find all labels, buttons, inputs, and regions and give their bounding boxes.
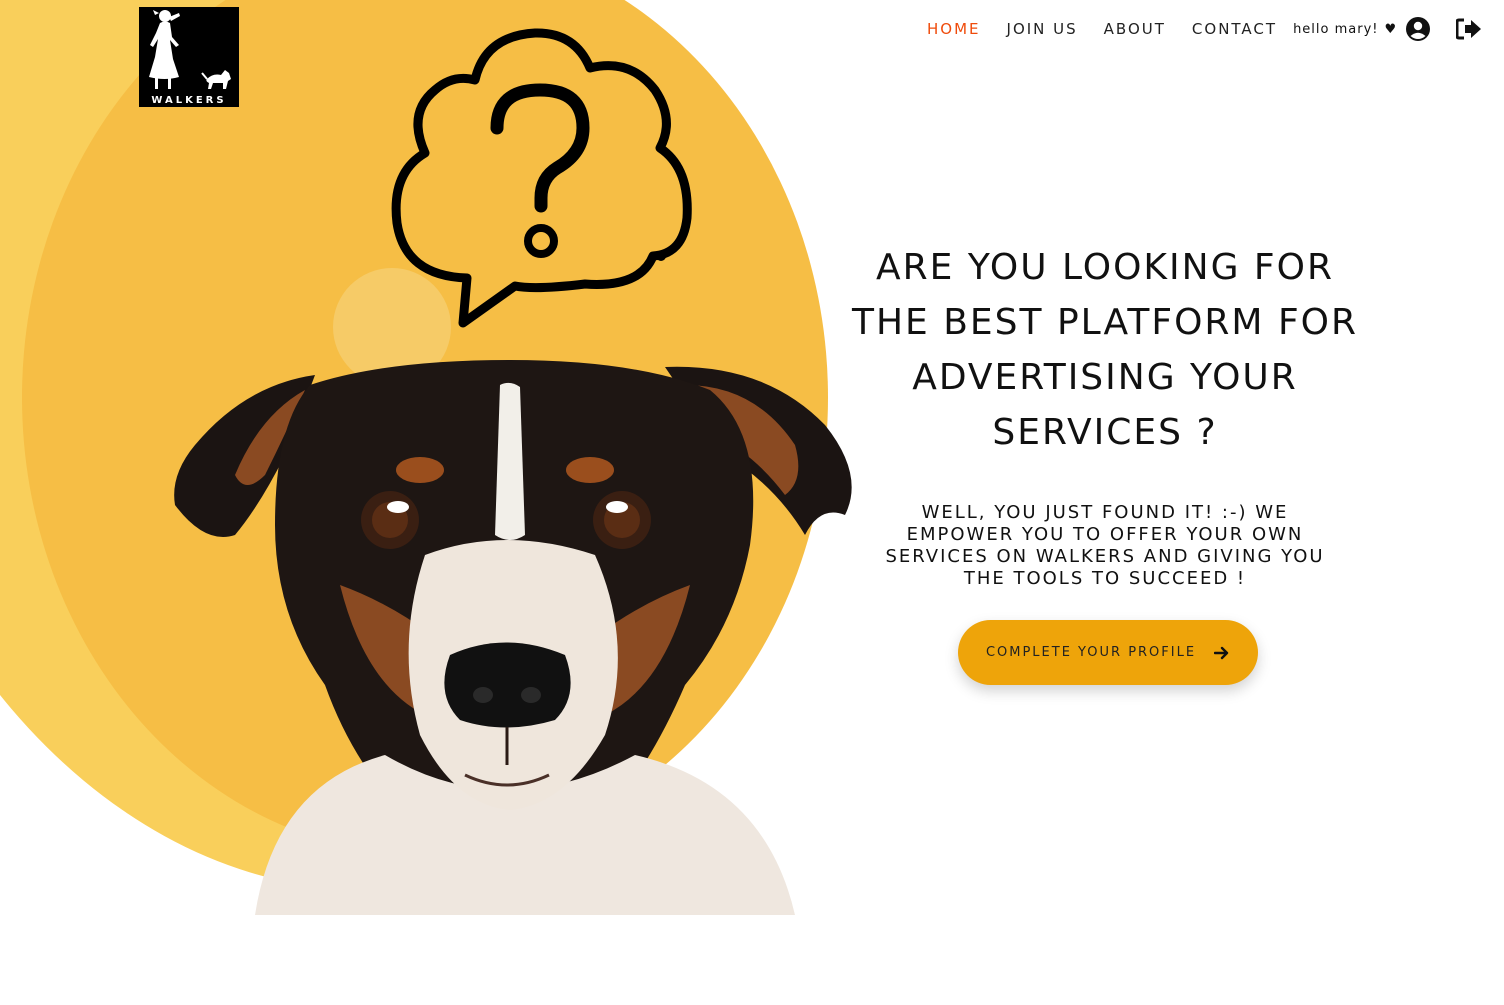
- dog-photo: [165, 355, 865, 915]
- sign-out-icon[interactable]: [1456, 18, 1482, 40]
- walkers-logo[interactable]: WALKERS: [139, 7, 239, 107]
- question-thought-bubble-icon: [385, 28, 695, 328]
- complete-profile-button[interactable]: COMPLETE YOUR PROFILE: [958, 620, 1258, 685]
- user-circle-icon[interactable]: [1406, 17, 1431, 41]
- heart-icon: ♥: [1384, 21, 1397, 37]
- nav-about[interactable]: ABOUT: [1104, 20, 1166, 38]
- arrow-right-icon: [1214, 645, 1230, 661]
- walker-silhouette-icon: [149, 10, 231, 89]
- hero-headline: ARE YOU LOOKING FOR THE BEST PLATFORM FO…: [851, 247, 1358, 453]
- complete-profile-label: COMPLETE YOUR PROFILE: [985, 645, 1197, 660]
- nav-contact[interactable]: CONTACT: [1192, 20, 1277, 38]
- logo-text: WALKERS: [151, 95, 227, 106]
- user-greeting: hello mary!: [1293, 21, 1379, 37]
- hero-subtext: WELL, YOU JUST FOUND IT! :-) WE EMPOWER …: [885, 502, 1325, 589]
- nav-join-us[interactable]: JOIN US: [1007, 20, 1078, 38]
- hero-section: ARE YOU LOOKING FOR THE BEST PLATFORM FO…: [845, 240, 1365, 590]
- nav-home[interactable]: HOME: [927, 20, 981, 38]
- top-navigation: HOME JOIN US ABOUT CONTACT hello mary! ♥: [927, 17, 1504, 41]
